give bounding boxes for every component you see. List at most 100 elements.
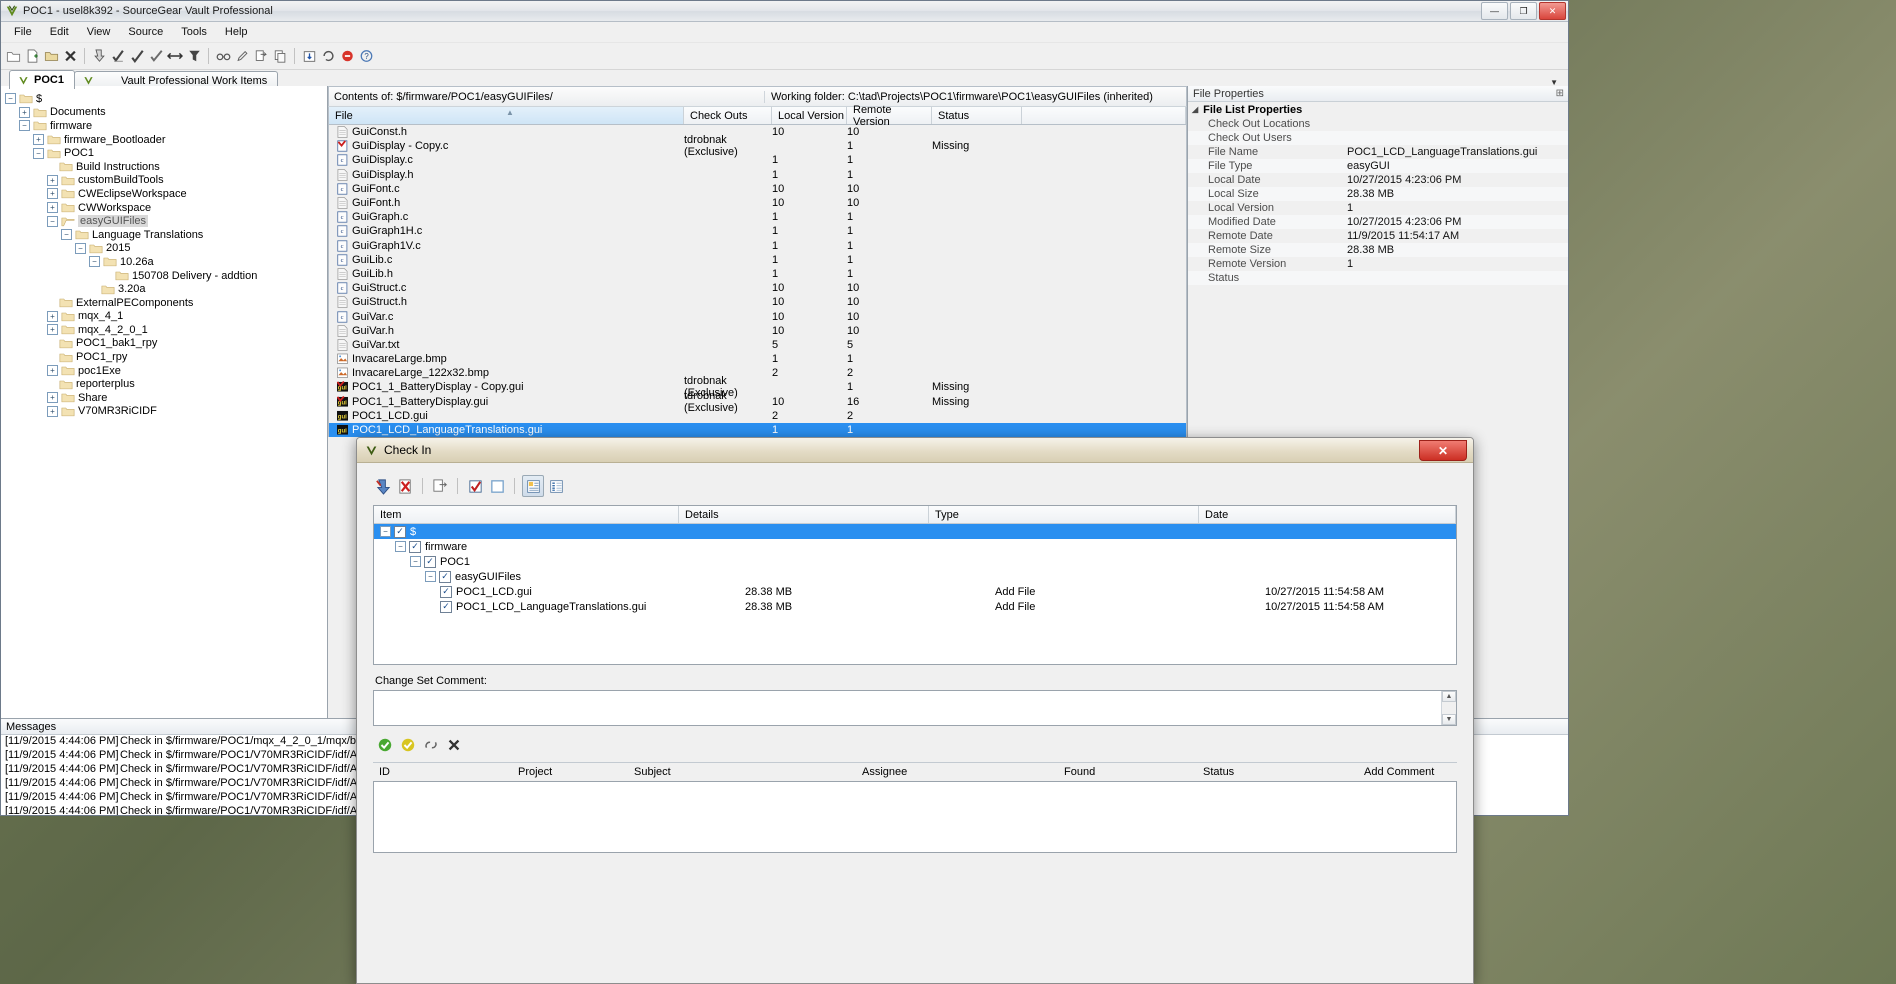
tree-item-easyguifiles[interactable]: − easyGUIFiles (5, 214, 327, 228)
pin-icon[interactable]: ⊞ (1556, 88, 1568, 99)
tree-item-custombuildtools[interactable]: + customBuildTools (5, 174, 327, 188)
tree-expand-icon[interactable]: + (47, 365, 58, 377)
tree-item-share[interactable]: + Share (5, 391, 327, 405)
tree-item-firmware-bootloader[interactable]: + firmware_Bootloader (5, 133, 327, 147)
check-out-icon[interactable] (109, 47, 127, 65)
tree-expand-icon[interactable]: + (19, 106, 30, 118)
tree-collapse-icon[interactable]: − (380, 526, 391, 537)
rename-icon[interactable] (252, 47, 270, 65)
tree-collapse-icon[interactable]: − (89, 256, 100, 268)
undo-checkout-icon[interactable] (147, 47, 165, 65)
ci-column-type[interactable]: Type (929, 506, 1199, 523)
tree-collapse-icon[interactable]: − (75, 242, 86, 254)
delete-icon[interactable] (61, 47, 79, 65)
tree-collapse-icon[interactable]: − (33, 147, 44, 159)
column-header-status[interactable]: Status (932, 107, 1022, 124)
work-item-list-body[interactable] (373, 781, 1457, 853)
column-header-remote-version[interactable]: Remote Version (847, 104, 932, 128)
tree-collapse-icon[interactable]: − (425, 571, 436, 582)
tree-item-poc1-bak1-rpy[interactable]: POC1_bak1_rpy (5, 337, 327, 351)
stop-icon[interactable] (338, 47, 356, 65)
tree-expand-icon[interactable]: + (47, 310, 58, 322)
refresh-icon[interactable] (319, 47, 337, 65)
deselect-all-icon[interactable] (487, 476, 507, 496)
scroll-down-icon[interactable]: ▼ (1442, 714, 1456, 725)
ci-column-details[interactable]: Details (679, 506, 929, 523)
new-folder-icon[interactable] (4, 47, 22, 65)
change-set-comment-input[interactable] (374, 691, 1441, 725)
tree-item-cwworkspace[interactable]: + CWWorkspace (5, 201, 327, 215)
file-row[interactable]: c GuiFont.c 10 10 (329, 182, 1186, 196)
file-list[interactable]: GuiConst.h 10 10 GuiDisplay - Copy.c tdrobna… (328, 125, 1187, 438)
view-icon[interactable] (214, 47, 232, 65)
column-header-checkouts[interactable]: Check Outs (684, 107, 772, 124)
check-in-close-button[interactable]: ✕ (1419, 440, 1467, 461)
workitem-link-icon[interactable] (421, 735, 441, 755)
check-in-row[interactable]: − ✓ firmware (374, 539, 1456, 554)
repository-tree-pane[interactable]: − $ + Documents − firmware + firmware_Bootloade… (1, 86, 328, 815)
tree-collapse-icon[interactable]: − (19, 120, 30, 132)
workitem-pending-icon[interactable] (398, 735, 418, 755)
item-checkbox[interactable]: ✓ (439, 570, 451, 583)
tree-expand-icon[interactable]: + (47, 188, 58, 200)
tree-item-poc1exe[interactable]: + poc1Exe (5, 364, 327, 378)
tree-collapse-icon[interactable]: − (61, 229, 72, 241)
compare-icon[interactable] (166, 47, 184, 65)
check-in-row[interactable]: − ✓ $ (374, 524, 1456, 539)
tree-item-10-26a[interactable]: − 10.26a (5, 255, 327, 269)
column-header-file[interactable]: File ▲ (329, 107, 684, 124)
select-all-icon[interactable] (465, 476, 485, 496)
menu-item-edit[interactable]: Edit (41, 24, 78, 40)
file-row[interactable]: GuiDisplay - Copy.c tdrobnak (Exclusive) 1… (329, 134, 1186, 158)
tree-item-[interactable]: − $ (5, 92, 327, 106)
tree-collapse-icon[interactable]: − (395, 541, 406, 552)
tree-item-2015[interactable]: − 2015 (5, 242, 327, 256)
tree-expand-icon[interactable]: + (47, 202, 58, 214)
wi-column-id[interactable]: ID (373, 766, 512, 778)
tree-item-150708-delivery-addtion[interactable]: 150708 Delivery - addtion (5, 269, 327, 283)
folder-icon[interactable] (42, 47, 60, 65)
check-in-row[interactable]: − ✓ POC1 (374, 554, 1456, 569)
close-button[interactable]: ✕ (1539, 2, 1566, 20)
comment-scrollbar[interactable]: ▲ ▼ (1441, 691, 1456, 725)
get-latest-icon[interactable] (90, 47, 108, 65)
change-set-comment-box[interactable]: ▲ ▼ (373, 690, 1457, 726)
file-row[interactable]: GuiVar.h 10 10 (329, 324, 1186, 338)
tree-expand-icon[interactable]: + (47, 324, 58, 336)
tree-item-mqx-4-2-0-1[interactable]: + mqx_4_2_0_1 (5, 323, 327, 337)
tree-item-poc1[interactable]: − POC1 (5, 146, 327, 160)
menu-item-view[interactable]: View (78, 24, 120, 40)
working-folder-icon[interactable] (300, 47, 318, 65)
label-icon[interactable] (185, 47, 203, 65)
check-in-row[interactable]: ✓ POC1_LCD.gui 28.38 MB Add File 10/27/2015 … (374, 584, 1456, 599)
check-in-icon[interactable] (128, 47, 146, 65)
check-in-row[interactable]: − ✓ easyGUIFiles (374, 569, 1456, 584)
wi-column-project[interactable]: Project (512, 766, 628, 778)
tree-collapse-icon[interactable]: − (47, 215, 58, 227)
list-view-icon[interactable] (546, 476, 566, 496)
tree-collapse-icon[interactable]: − (410, 556, 421, 567)
check-in-row[interactable]: ✓ POC1_LCD_LanguageTranslations.gui 28.38 … (374, 599, 1456, 614)
help-icon[interactable]: ? (357, 47, 375, 65)
workitem-resolve-icon[interactable] (375, 735, 395, 755)
file-row[interactable]: gui POC1_LCD_LanguageTranslations.gui 1 1 (329, 422, 1186, 438)
ci-column-item[interactable]: Item (374, 506, 679, 523)
tree-item-mqx-4-1[interactable]: + mqx_4_1 (5, 310, 327, 324)
collapse-triangle-icon[interactable]: ◢ (1192, 105, 1198, 114)
menu-item-tools[interactable]: Tools (172, 24, 216, 40)
tree-item-v70mr3ricidf[interactable]: + V70MR3RiCIDF (5, 405, 327, 419)
scroll-up-icon[interactable]: ▲ (1442, 691, 1456, 702)
tree-item-externalpecomponents[interactable]: ExternalPEComponents (5, 296, 327, 310)
tree-item-language-translations[interactable]: − Language Translations (5, 228, 327, 242)
repository-tree[interactable]: − $ + Documents − firmware + firmware_Bootloade… (1, 86, 327, 418)
tree-expand-icon[interactable]: + (47, 174, 58, 186)
file-row[interactable]: c GuiStruct.c 10 10 (329, 281, 1186, 295)
tree-item-reporterplus[interactable]: reporterplus (5, 377, 327, 391)
tree-expand-icon[interactable]: + (47, 405, 58, 417)
file-row[interactable]: c GuiVar.c 10 10 (329, 309, 1186, 323)
menu-item-file[interactable]: File (5, 24, 41, 40)
file-row[interactable]: GuiFont.h 10 10 (329, 196, 1186, 210)
wi-column-status[interactable]: Status (1197, 766, 1358, 778)
check-in-items[interactable]: − ✓ $ − ✓ firmware − ✓ POC1− ✓ easyGUIFiles ✓ POC1_L… (374, 524, 1456, 664)
tree-item-poc1-rpy[interactable]: POC1_rpy (5, 350, 327, 364)
